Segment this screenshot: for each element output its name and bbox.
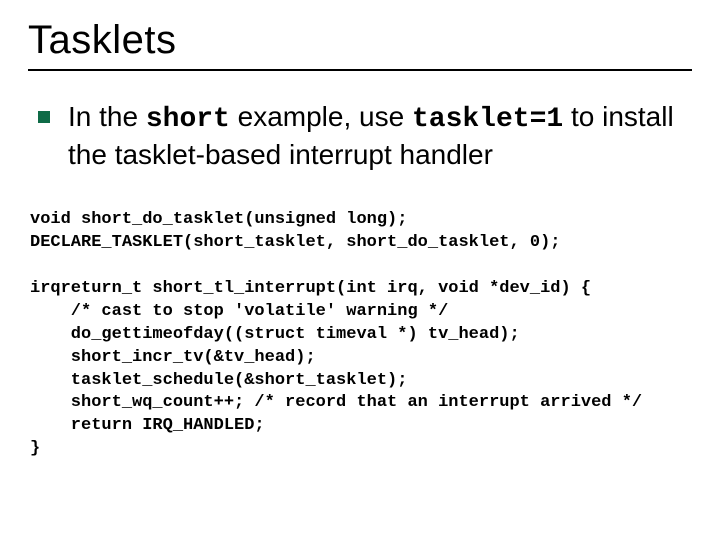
bullet-item: In the short example, use tasklet=1 to i… [38, 99, 692, 172]
bullet-code-2: tasklet=1 [412, 104, 563, 135]
code-line: void short_do_tasklet(unsigned long); [30, 210, 407, 229]
code-line: short_wq_count++; /* record that an inte… [30, 393, 642, 412]
bullet-mid: example, use [230, 101, 412, 132]
code-line: do_gettimeofday((struct timeval *) tv_he… [30, 325, 520, 344]
code-line: DECLARE_TASKLET(short_tasklet, short_do_… [30, 233, 561, 252]
code-line: } [30, 439, 40, 458]
bullet-prefix: In the [68, 101, 146, 132]
bullet-icon [38, 111, 50, 123]
slide: Tasklets In the short example, use taskl… [0, 0, 720, 540]
title-rule [28, 69, 692, 71]
bullet-text: In the short example, use tasklet=1 to i… [68, 99, 692, 172]
slide-title: Tasklets [28, 18, 692, 63]
code-line: irqreturn_t short_tl_interrupt(int irq, … [30, 279, 591, 298]
bullet-code-1: short [146, 104, 230, 135]
code-line: /* cast to stop 'volatile' warning */ [30, 302, 448, 321]
code-line: tasklet_schedule(&short_tasklet); [30, 371, 407, 390]
code-line: short_incr_tv(&tv_head); [30, 348, 316, 367]
code-block: void short_do_tasklet(unsigned long); DE… [30, 186, 692, 484]
code-line: return IRQ_HANDLED; [30, 416, 265, 435]
